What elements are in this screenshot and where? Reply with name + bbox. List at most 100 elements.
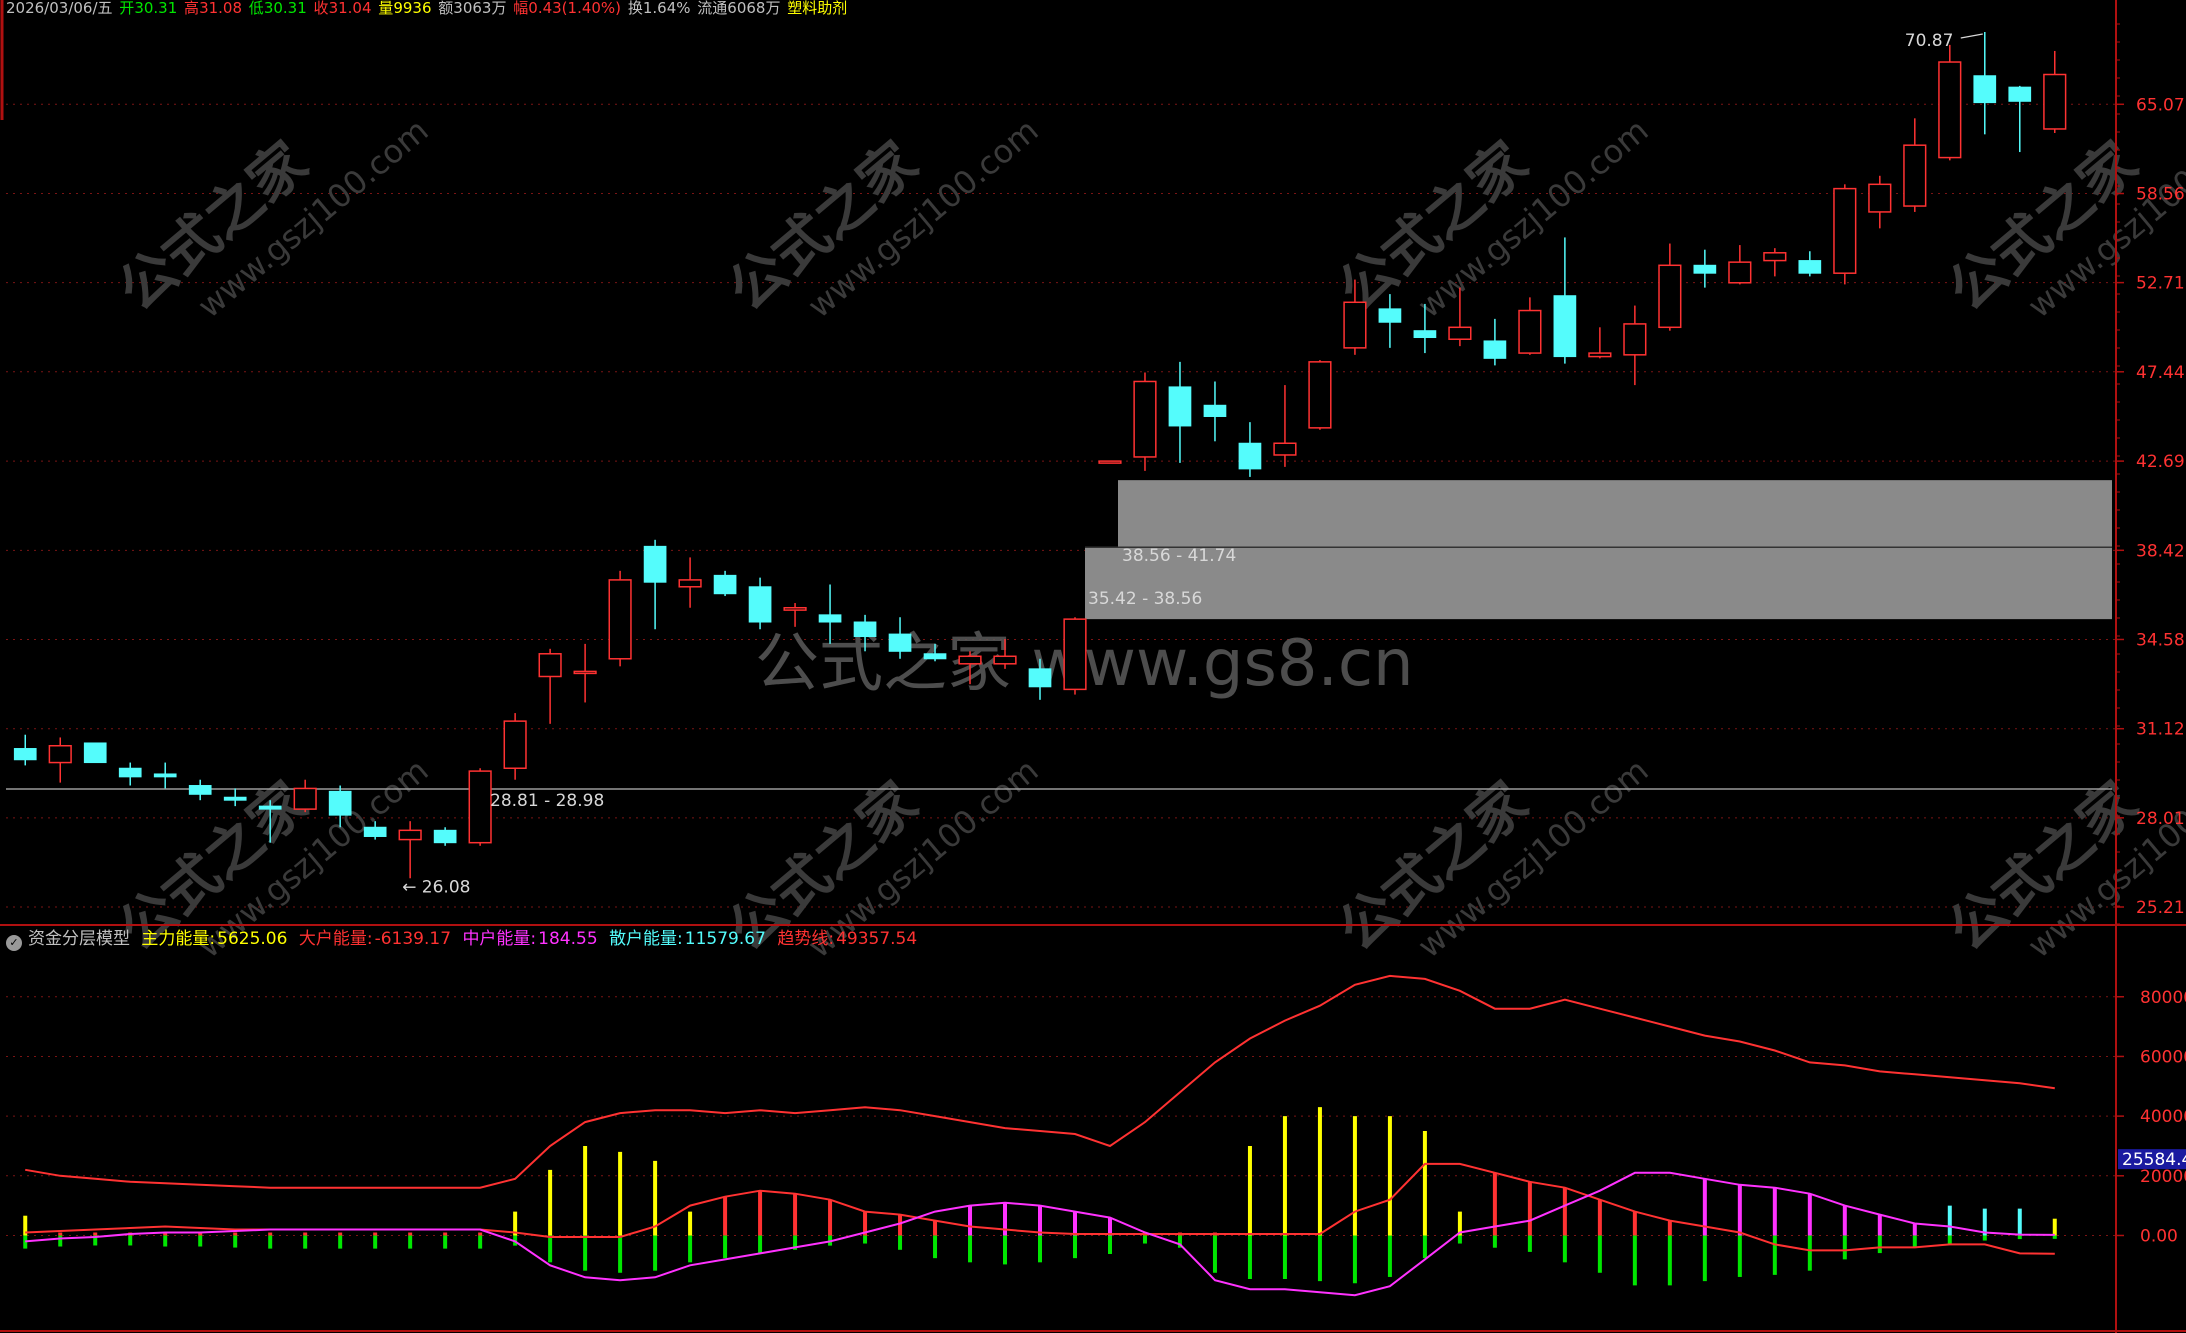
amount-value: 3063万 <box>453 0 507 17</box>
candle[interactable] <box>1588 327 1612 359</box>
candle-body <box>258 805 282 810</box>
main-energy-value: 5625.06 <box>217 929 288 949</box>
trend-line[interactable] <box>25 974 2055 1189</box>
date-label: 2026/03/06/五 <box>6 0 113 17</box>
candle[interactable] <box>1693 249 1717 288</box>
candle-body <box>328 790 352 816</box>
candle[interactable] <box>433 827 457 846</box>
candle[interactable] <box>1553 237 1577 364</box>
candle-body <box>678 579 702 588</box>
open-label: 开 <box>119 0 135 17</box>
candle[interactable] <box>1168 361 1192 463</box>
candle[interactable] <box>293 779 317 813</box>
candle[interactable] <box>713 570 737 597</box>
candle[interactable] <box>503 713 527 780</box>
candle[interactable] <box>1658 243 1682 331</box>
high-value: 31.08 <box>199 0 243 17</box>
candle-body <box>538 653 562 678</box>
candle-body <box>1868 183 1892 213</box>
candle-body <box>13 748 37 761</box>
price-tick-label: 65.07 <box>2136 95 2185 115</box>
candle[interactable] <box>1483 318 1507 366</box>
indicator-name[interactable]: 资金分层模型 <box>28 929 130 949</box>
candle-body <box>1658 264 1682 329</box>
candle[interactable] <box>1728 245 1752 285</box>
candle[interactable] <box>783 603 807 627</box>
candle[interactable] <box>1518 297 1542 355</box>
collapse-icon[interactable]: ✓ <box>6 935 22 951</box>
indicator-header: ✓ 资金分层模型 主力能量: 5625.06 大户能量: -6139.17 中户能量:… <box>6 928 923 951</box>
candle[interactable] <box>643 539 667 630</box>
candle[interactable] <box>2043 50 2067 133</box>
candle[interactable] <box>13 734 37 766</box>
mid-energy-label: 中户能量: <box>462 929 537 949</box>
watermark-tile: 公式之家www.gszj100.com <box>1937 751 2186 965</box>
high-label: 高 <box>184 0 200 17</box>
candle[interactable] <box>398 821 422 879</box>
candle[interactable] <box>1938 44 1962 161</box>
candle[interactable] <box>1098 460 1122 464</box>
candle-body <box>1273 442 1297 456</box>
candle-body <box>1553 295 1577 358</box>
candle[interactable] <box>188 779 212 801</box>
candle[interactable] <box>118 762 142 786</box>
candle[interactable] <box>468 768 492 846</box>
change-label: 幅 <box>513 0 529 17</box>
candle[interactable] <box>1203 381 1227 442</box>
candle[interactable] <box>1063 617 1087 695</box>
mid-energy-value: 184.55 <box>538 929 598 949</box>
annotations: 70.87 ← 26.08 28.81 - 28.98 35.42 - 38.56 38… <box>402 31 1983 897</box>
volume-label: 量 <box>378 0 394 17</box>
candle-body <box>363 826 387 837</box>
candle[interactable] <box>2008 85 2032 153</box>
candle[interactable] <box>83 742 107 764</box>
candle[interactable] <box>1763 248 1787 277</box>
watermark-tile: 公式之家www.gszj100.com <box>1327 111 1656 325</box>
price-tick-label: 42.69 <box>2136 452 2185 472</box>
candle[interactable] <box>1833 184 1857 285</box>
candle[interactable] <box>538 648 562 724</box>
candle-body <box>1728 261 1752 284</box>
zone-upper <box>1118 480 2112 548</box>
indicator-plot[interactable] <box>23 974 2057 1297</box>
candle-body <box>958 655 982 665</box>
high-marker-arrow <box>1960 33 1983 39</box>
candle-body <box>433 829 457 844</box>
candle[interactable] <box>1973 32 1997 135</box>
candle[interactable] <box>153 762 177 789</box>
candlesticks[interactable] <box>13 32 2067 879</box>
candle[interactable] <box>1133 372 1157 471</box>
candle[interactable] <box>1903 118 1927 212</box>
candle[interactable] <box>1868 175 1892 229</box>
candle[interactable] <box>748 577 772 630</box>
indicator-tick-label: 40000 <box>2140 1107 2186 1127</box>
low-price-marker: ← 26.08 <box>402 877 470 897</box>
candle[interactable] <box>1308 360 1332 430</box>
candle-body <box>48 744 72 764</box>
candle-body <box>1973 75 1997 104</box>
candle-body <box>1518 309 1542 354</box>
candle-body <box>1483 340 1507 359</box>
candle[interactable] <box>1623 305 1647 386</box>
watermark-tile: 公式之家www.gszj100.com <box>107 111 436 325</box>
price-zones: 公式之家 www.gs8.cn <box>6 480 2112 790</box>
candle-body <box>1203 404 1227 417</box>
price-tick-label: 47.44 <box>2136 363 2185 383</box>
candle[interactable] <box>573 643 597 703</box>
candle[interactable] <box>1273 385 1297 467</box>
candle[interactable] <box>608 570 632 667</box>
retail-energy-value: 11579.67 <box>684 929 766 949</box>
candle-body <box>293 787 317 810</box>
quote-info-bar: 2026/03/06/五 开30.31 高31.08 低30.31 收31.04… <box>6 0 849 18</box>
candle-body <box>1938 61 1962 159</box>
candle[interactable] <box>1798 251 1822 277</box>
float-label: 流通 <box>697 0 728 17</box>
candle[interactable] <box>678 557 702 608</box>
candle[interactable] <box>48 737 72 783</box>
retail-energy-label: 散户能量: <box>609 929 683 949</box>
sector-label[interactable]: 塑料助剂 <box>787 0 847 17</box>
candle[interactable] <box>1238 422 1262 477</box>
candle-body <box>1238 442 1262 470</box>
chart-canvas[interactable]: 公式之家www.gszj100.com 公式之家www.gszj100.com 公式… <box>0 0 2186 1333</box>
price-tick-label: 28.01 <box>2136 809 2185 829</box>
